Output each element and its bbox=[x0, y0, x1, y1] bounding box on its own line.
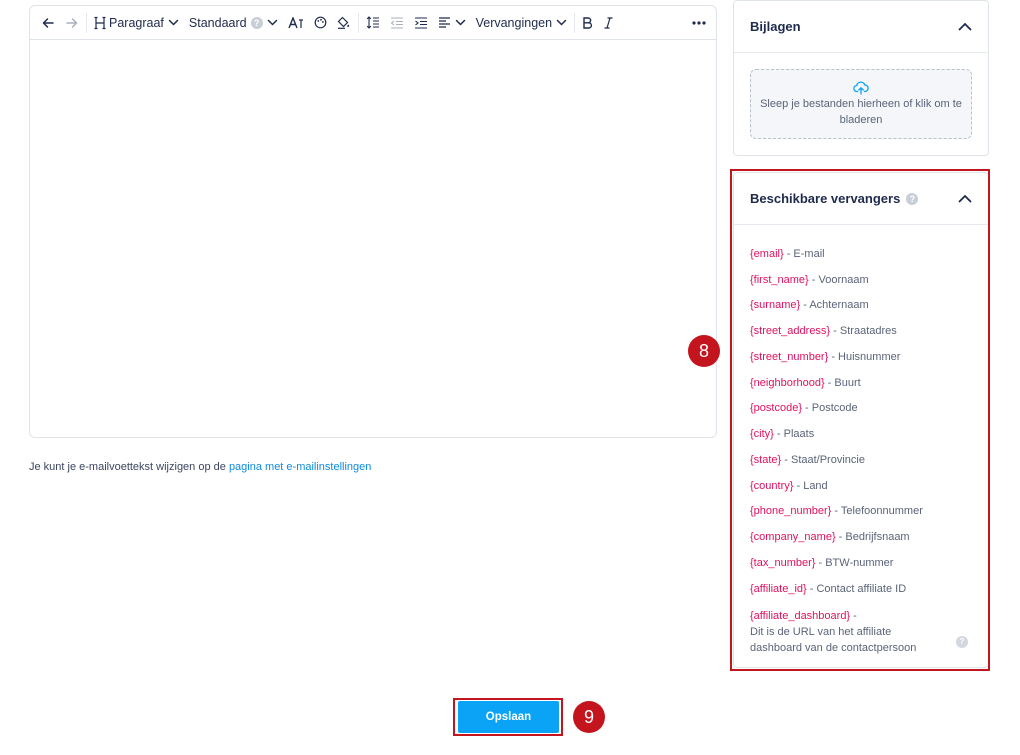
cloud-upload-icon bbox=[853, 81, 869, 95]
replacements-label: Vervangingen bbox=[475, 15, 553, 30]
font-label: Standaard bbox=[188, 15, 247, 30]
font-dropdown[interactable]: Standaard ? bbox=[184, 6, 283, 40]
paint-bucket-icon bbox=[337, 16, 349, 29]
heading-icon bbox=[94, 16, 106, 29]
chevron-down-icon bbox=[168, 19, 179, 26]
attachments-header[interactable]: Bijlagen bbox=[734, 1, 988, 53]
outdent-button[interactable] bbox=[385, 6, 409, 40]
chevron-down-icon bbox=[556, 19, 567, 26]
more-horizontal-icon bbox=[692, 20, 706, 25]
save-button[interactable]: Opslaan bbox=[458, 701, 559, 733]
more-options-button[interactable] bbox=[687, 6, 716, 40]
indent-icon bbox=[414, 16, 427, 29]
attachments-panel: Bijlagen Sleep je bestanden hierheen of … bbox=[733, 0, 989, 156]
toolbar-divider bbox=[86, 12, 87, 33]
bold-icon bbox=[583, 16, 593, 29]
step-marker-8: 8 bbox=[688, 335, 720, 367]
text-color-button[interactable] bbox=[309, 6, 332, 40]
arrow-left-icon bbox=[42, 17, 54, 28]
editor-content-area[interactable] bbox=[30, 40, 716, 437]
footer-note-text: Je kunt je e-mailvoettekst wijzigen op d… bbox=[29, 461, 229, 473]
font-size-button[interactable] bbox=[283, 6, 309, 40]
email-settings-link[interactable]: pagina met e-mailinstellingen bbox=[229, 461, 371, 473]
align-left-icon bbox=[438, 17, 450, 28]
indent-button[interactable] bbox=[409, 6, 433, 40]
replacements-dropdown[interactable]: Vervangingen bbox=[471, 6, 572, 40]
italic-icon bbox=[604, 16, 613, 29]
step-marker-9: 9 bbox=[573, 701, 605, 733]
line-height-icon bbox=[366, 16, 379, 29]
palette-icon bbox=[314, 16, 326, 29]
undo-button[interactable] bbox=[36, 6, 60, 40]
paragraph-label: Paragraaf bbox=[109, 15, 164, 30]
arrow-right-icon bbox=[66, 17, 78, 28]
outdent-icon bbox=[390, 16, 403, 29]
paragraph-dropdown[interactable]: Paragraaf bbox=[89, 6, 184, 40]
toolbar-divider bbox=[357, 12, 359, 33]
highlight-color-button[interactable] bbox=[332, 6, 356, 40]
attachments-title: Bijlagen bbox=[750, 19, 801, 34]
replacers-highlight-box bbox=[730, 169, 990, 671]
redo-button[interactable] bbox=[60, 6, 84, 40]
file-dropzone[interactable]: Sleep je bestanden hierheen of klik om t… bbox=[750, 69, 972, 139]
chevron-down-icon bbox=[267, 19, 277, 26]
help-icon: ? bbox=[250, 16, 263, 29]
toolbar-divider bbox=[574, 12, 576, 33]
dropzone-text: Sleep je bestanden hierheen of klik om t… bbox=[760, 97, 962, 126]
editor-toolbar: Paragraaf Standaard ? Vervangingen bbox=[30, 6, 716, 40]
footer-note: Je kunt je e-mailvoettekst wijzigen op d… bbox=[29, 461, 371, 473]
italic-button[interactable] bbox=[598, 6, 619, 40]
font-size-icon bbox=[287, 16, 303, 28]
chevron-up-icon[interactable] bbox=[958, 22, 972, 31]
rich-text-editor: Paragraaf Standaard ? Vervangingen bbox=[29, 5, 717, 438]
bold-button[interactable] bbox=[577, 6, 598, 40]
align-dropdown[interactable] bbox=[433, 6, 471, 40]
line-height-button[interactable] bbox=[361, 6, 385, 40]
chevron-down-icon bbox=[455, 19, 465, 26]
